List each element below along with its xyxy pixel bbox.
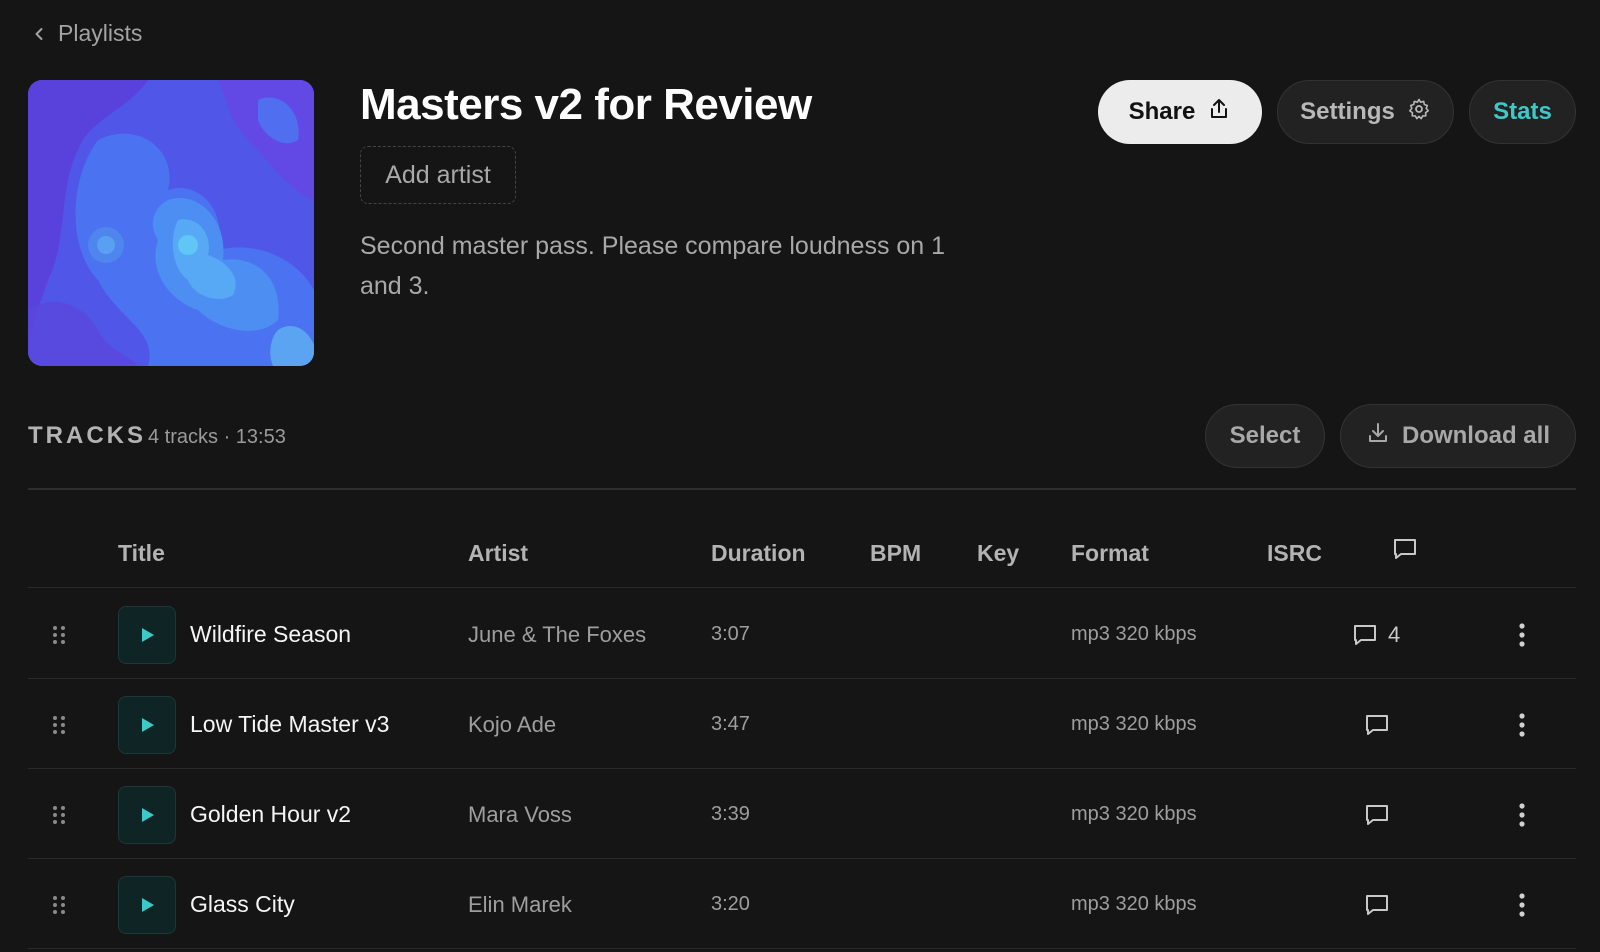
stats-button[interactable]: Stats	[1469, 80, 1576, 144]
track-duration: 3:07	[711, 623, 750, 645]
comments-button[interactable]: 4	[1352, 590, 1400, 679]
comment-icon	[1392, 536, 1418, 562]
download-icon	[1366, 421, 1390, 452]
table-row[interactable]: Golden Hour v2 Mara Voss 3:39 mp3 320 kb…	[28, 770, 1576, 859]
more-options-icon[interactable]	[1512, 770, 1532, 859]
playlist-description: Second master pass. Please compare loudn…	[360, 232, 946, 300]
track-title[interactable]: Wildfire Season	[190, 590, 351, 679]
comment-count: 4	[1388, 621, 1401, 647]
chevron-left-icon	[32, 20, 46, 47]
breadcrumb[interactable]: Playlists	[32, 18, 142, 48]
play-icon	[138, 626, 156, 644]
track-title[interactable]: Glass City	[190, 860, 295, 949]
play-button[interactable]	[118, 696, 176, 754]
table-row[interactable]: Wildfire Season June & The Foxes 3:07 mp…	[28, 590, 1576, 679]
comment-icon	[1352, 622, 1378, 648]
track-title[interactable]: Low Tide Master v3	[190, 680, 389, 769]
drag-handle-icon[interactable]	[50, 770, 70, 859]
track-artist: Kojo Ade	[468, 711, 557, 737]
gear-icon	[1407, 97, 1431, 128]
column-format[interactable]: Format	[1071, 540, 1149, 567]
settings-button-label: Settings	[1300, 98, 1395, 125]
track-duration: 3:39	[711, 803, 750, 825]
comments-button[interactable]	[1364, 680, 1390, 769]
comment-icon	[1364, 802, 1390, 828]
play-icon	[138, 716, 156, 734]
comments-button[interactable]	[1364, 860, 1390, 949]
track-format: mp3 320 kbps	[1071, 713, 1197, 735]
play-button[interactable]	[118, 786, 176, 844]
comment-icon	[1364, 892, 1390, 918]
more-options-icon[interactable]	[1512, 680, 1532, 769]
more-options-icon[interactable]	[1512, 590, 1532, 679]
track-duration: 3:20	[711, 893, 750, 915]
add-artist-button[interactable]: Add artist	[360, 146, 516, 204]
download-all-button[interactable]: Download all	[1340, 404, 1576, 468]
share-upload-icon	[1207, 97, 1231, 128]
track-artist: June & The Foxes	[468, 621, 647, 647]
more-options-icon[interactable]	[1512, 860, 1532, 949]
column-bpm[interactable]: BPM	[870, 540, 921, 567]
track-title[interactable]: Golden Hour v2	[190, 770, 351, 859]
column-isrc[interactable]: ISRC	[1267, 540, 1322, 567]
playlist-artwork	[28, 80, 314, 366]
comment-icon	[1364, 712, 1390, 738]
table-row[interactable]: Low Tide Master v3 Kojo Ade 3:47 mp3 320…	[28, 680, 1576, 769]
track-duration: 3:47	[711, 713, 750, 735]
column-title[interactable]: Title	[118, 540, 165, 567]
playlist-title: Masters v2 for Review	[360, 80, 812, 129]
tracks-meta: 4 tracks · 13:53	[148, 426, 286, 448]
drag-handle-icon[interactable]	[50, 860, 70, 949]
track-artist: Mara Voss	[468, 801, 572, 827]
column-artist[interactable]: Artist	[468, 540, 528, 567]
table-header: Title Artist Duration BPM Key Format ISR…	[28, 510, 1576, 588]
track-format: mp3 320 kbps	[1071, 623, 1197, 645]
table-row[interactable]: Glass City Elin Marek 3:20 mp3 320 kbps	[28, 860, 1576, 949]
drag-handle-icon[interactable]	[50, 680, 70, 769]
track-format: mp3 320 kbps	[1071, 893, 1197, 915]
column-duration[interactable]: Duration	[711, 540, 806, 567]
breadcrumb-label: Playlists	[58, 19, 143, 46]
section-divider	[28, 488, 1576, 490]
track-artist: Elin Marek	[468, 891, 572, 917]
track-format: mp3 320 kbps	[1071, 803, 1197, 825]
play-icon	[138, 896, 156, 914]
tracks-section-label: TRACKS	[28, 422, 146, 449]
select-button[interactable]: Select	[1205, 404, 1325, 468]
column-key[interactable]: Key	[977, 540, 1019, 567]
drag-handle-icon[interactable]	[50, 590, 70, 679]
settings-button[interactable]: Settings	[1277, 80, 1454, 144]
play-button[interactable]	[118, 876, 176, 934]
play-icon	[138, 806, 156, 824]
comments-button[interactable]	[1364, 770, 1390, 859]
play-button[interactable]	[118, 606, 176, 664]
share-button[interactable]: Share	[1098, 80, 1262, 144]
share-button-label: Share	[1128, 98, 1196, 125]
download-all-label: Download all	[1401, 422, 1550, 449]
